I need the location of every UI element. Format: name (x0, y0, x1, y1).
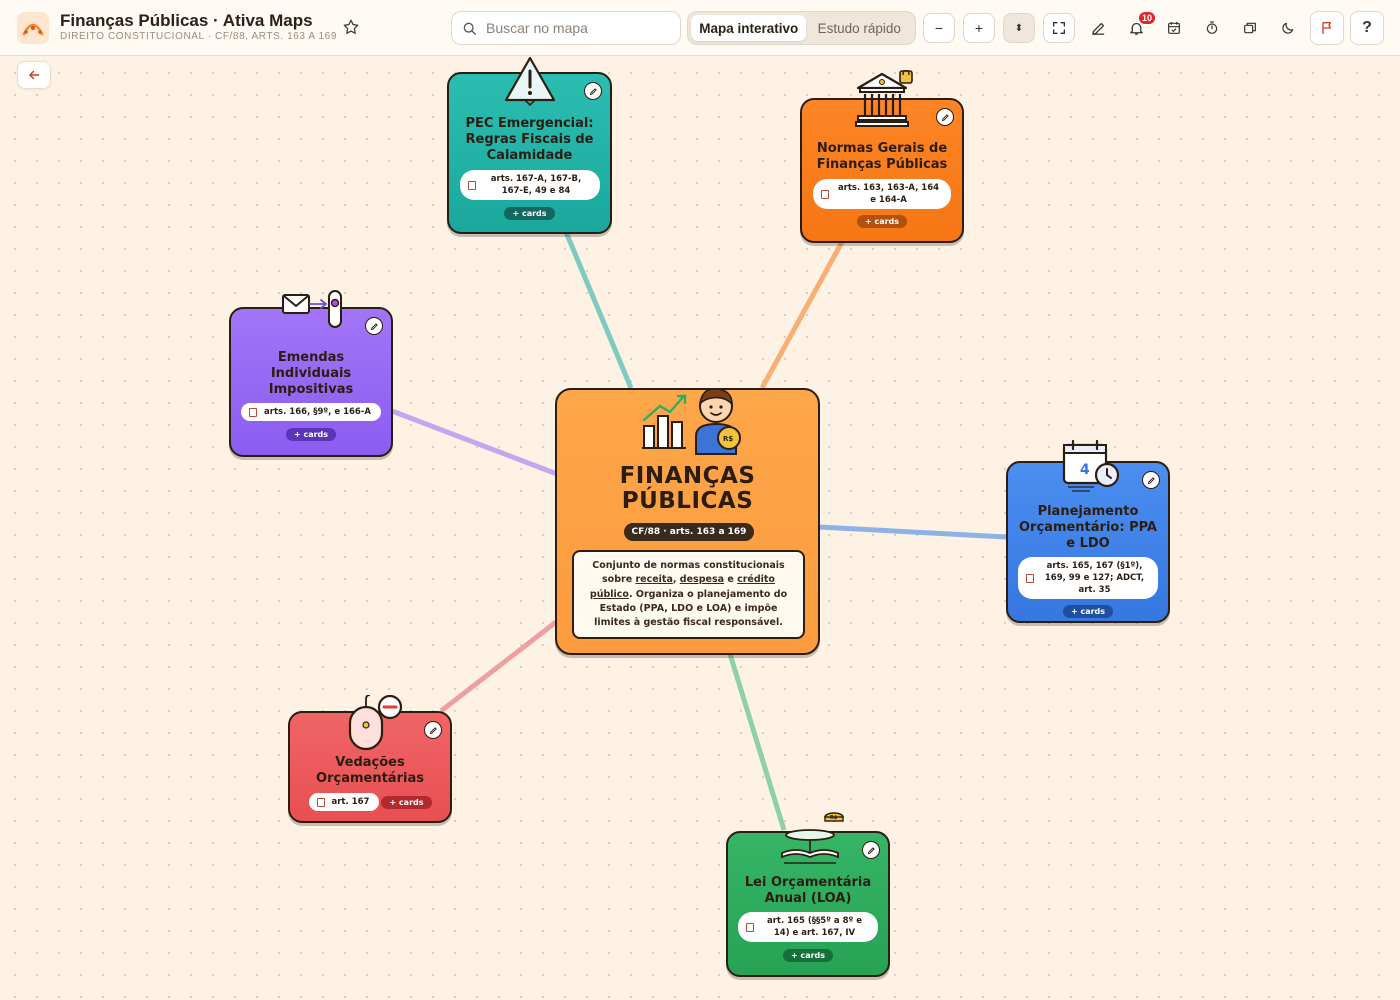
center-description: Conjunto de normas constitucionais sobre… (572, 550, 805, 639)
node-title: Emendas Individuais Impositivas (268, 350, 354, 397)
chart-person-icon: R$ (642, 388, 741, 455)
article-reference-text: art. 167 (331, 797, 370, 807)
edit-node-button[interactable] (365, 317, 383, 335)
edge-ppa (818, 524, 1007, 540)
node-title: PEC Emergencial: Regras Fiscais de Calam… (465, 116, 594, 163)
keyword-receita-link[interactable]: receita (635, 574, 672, 585)
book-icon (821, 189, 829, 199)
edge-emendas (391, 408, 558, 477)
book-icon (746, 922, 754, 932)
edit-node-button[interactable] (584, 82, 602, 100)
book-icon (1026, 573, 1034, 583)
pencil-icon (941, 113, 949, 121)
node-title: Vedações Orçamentárias (316, 755, 424, 786)
calendar-clock-icon: 4 (1062, 439, 1120, 492)
center-article-pill: CF/88 · arts. 163 a 169 (624, 523, 754, 541)
warning-icon (504, 56, 556, 106)
article-reference: arts. 166, §9º, e 166-A (241, 403, 381, 421)
article-reference: art. 165 (§§5º a 8º e 14) e art. 167, IV (738, 912, 878, 942)
back-button[interactable] (17, 61, 51, 89)
open-book-coin-icon: R$ (781, 812, 844, 864)
edit-node-button[interactable] (424, 721, 442, 739)
add-cards-button[interactable]: + cards (285, 428, 337, 441)
add-cards-button[interactable]: + cards (782, 949, 834, 962)
node-emendas-individuais[interactable]: Emendas Individuais Impositivas arts. 16… (229, 290, 393, 457)
center-title: FINANÇAS PÚBLICAS (557, 464, 818, 514)
center-title-line1: FINANÇAS (619, 463, 756, 489)
article-reference-text: art. 165 (§§5º a 8º e 14) e art. 167, IV (766, 916, 863, 938)
node-vedacoes-orcamentarias[interactable]: Vedações Orçamentárias art. 167 + cards (288, 695, 452, 823)
arrow-left-icon (29, 70, 40, 80)
pencil-icon (867, 846, 875, 854)
desc-separator: , (672, 574, 680, 586)
desc-separator: e (724, 574, 738, 586)
pencil-icon (1147, 476, 1155, 484)
edge-normas (759, 240, 845, 390)
article-reference-text: arts. 167-A, 167-B, 167-E, 49 e 84 (490, 174, 582, 196)
calendar-day: 4 (1080, 462, 1090, 478)
coin-label: R$ (723, 435, 733, 443)
article-reference-text: arts. 165, 167 (§1º), 169, 99 e 127; ADC… (1044, 561, 1145, 595)
article-reference: arts. 167-A, 167-B, 167-E, 49 e 84 (459, 170, 600, 200)
pencil-icon (429, 726, 437, 734)
pencil-icon (370, 322, 378, 330)
book-icon (249, 407, 258, 417)
edge-vedacoes (439, 620, 558, 713)
edge-loa (727, 653, 787, 831)
node-title: Lei Orçamentária Anual (LOA) (744, 875, 872, 906)
node-title: Normas Gerais de Finanças Públicas (816, 141, 948, 172)
edit-node-button[interactable] (862, 841, 880, 859)
article-reference-text: arts. 166, §9º, e 166-A (264, 407, 371, 417)
node-lei-orcamentaria-anual[interactable]: R$ Lei Orçamentária Anual (LOA) art. 165… (726, 812, 890, 977)
add-cards-button[interactable]: + cards (856, 215, 908, 228)
node-planejamento-ppa-ldo[interactable]: 4 Planejamento Orçamentário: PPA e LDO a… (1006, 439, 1170, 623)
add-cards-button[interactable]: + cards (381, 795, 432, 809)
bank-building-icon (855, 70, 913, 127)
book-icon (316, 797, 325, 807)
node-financas-publicas-center[interactable]: R$ FINANÇAS PÚBLICAS CF/88 · arts. 163 a… (555, 388, 820, 655)
edit-node-button[interactable] (1142, 471, 1160, 489)
mouse-minus-icon (348, 695, 403, 751)
coin-label: R$ (830, 815, 838, 821)
add-cards-button[interactable]: + cards (1062, 605, 1114, 618)
article-reference: arts. 165, 167 (§1º), 169, 99 e 127; ADC… (1018, 557, 1158, 599)
article-reference: art. 167 (308, 793, 380, 811)
add-cards-button[interactable]: + cards (504, 207, 555, 220)
center-title-line2: PÚBLICAS (621, 488, 754, 514)
article-reference: arts. 163, 163-A, 164 e 164-A (813, 179, 951, 209)
book-icon (467, 180, 476, 190)
pencil-icon (589, 87, 597, 95)
mail-toggle-icon (282, 290, 342, 328)
node-title: Planejamento Orçamentário: PPA e LDO (1019, 504, 1157, 551)
node-normas-gerais[interactable]: Normas Gerais de Finanças Públicas arts.… (800, 70, 964, 243)
edit-node-button[interactable] (936, 108, 954, 126)
keyword-despesa-link[interactable]: despesa (680, 574, 724, 585)
edge-pec (563, 231, 634, 389)
article-reference-text: arts. 163, 163-A, 164 e 164-A (837, 183, 940, 205)
node-pec-emergencial[interactable]: PEC Emergencial: Regras Fiscais de Calam… (447, 56, 612, 234)
